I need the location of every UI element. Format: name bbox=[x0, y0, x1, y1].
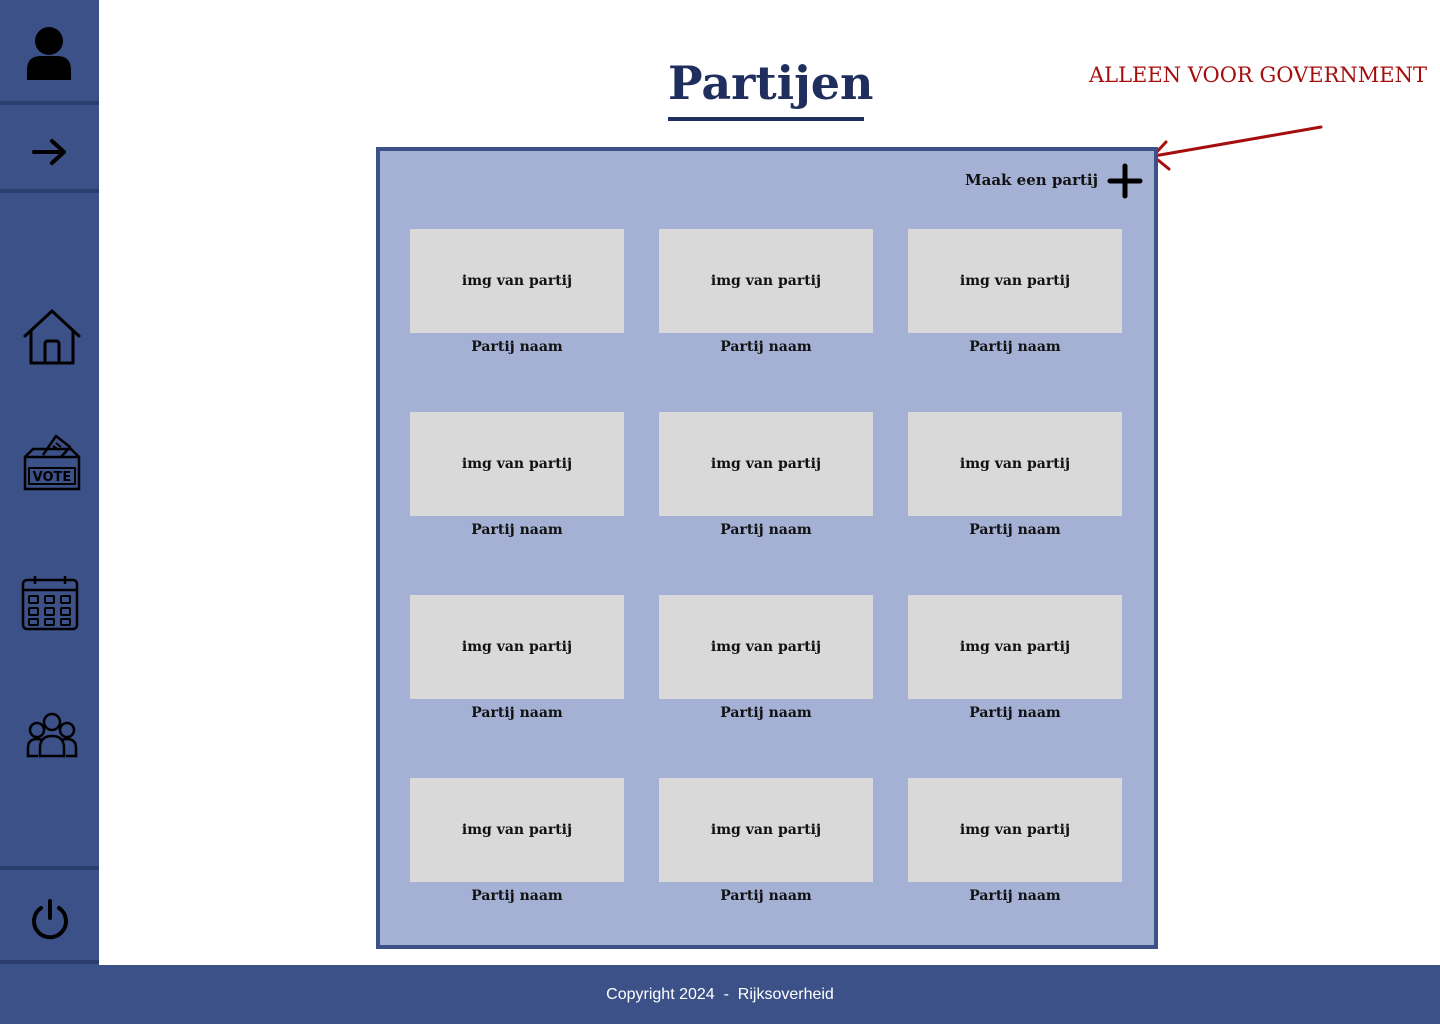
party-image: img van partij bbox=[659, 595, 873, 699]
sidebar-divider bbox=[0, 189, 99, 193]
sidebar-divider bbox=[0, 866, 99, 870]
party-card[interactable]: img van partij Partij naam bbox=[410, 595, 624, 721]
party-image: img van partij bbox=[410, 412, 624, 516]
party-name: Partij naam bbox=[471, 339, 563, 355]
page-title: Partijen bbox=[668, 56, 874, 110]
party-card[interactable]: img van partij Partij naam bbox=[410, 229, 624, 355]
party-image: img van partij bbox=[659, 412, 873, 516]
party-image: img van partij bbox=[908, 412, 1122, 516]
party-card[interactable]: img van partij Partij naam bbox=[659, 595, 873, 721]
footer: Copyright 2024 - Rijksoverheid bbox=[0, 965, 1440, 1024]
party-image: img van partij bbox=[410, 229, 624, 333]
party-name: Partij naam bbox=[471, 522, 563, 538]
party-name: Partij naam bbox=[720, 522, 812, 538]
party-name: Partij naam bbox=[969, 888, 1061, 904]
party-card[interactable]: img van partij Partij naam bbox=[908, 412, 1122, 538]
party-card[interactable]: img van partij Partij naam bbox=[659, 229, 873, 355]
party-card[interactable]: img van partij Partij naam bbox=[908, 229, 1122, 355]
party-name: Partij naam bbox=[471, 888, 563, 904]
plus-icon[interactable] bbox=[1107, 163, 1143, 199]
power-icon[interactable] bbox=[30, 898, 70, 940]
party-name: Partij naam bbox=[720, 339, 812, 355]
party-card[interactable]: img van partij Partij naam bbox=[908, 595, 1122, 721]
group-icon[interactable] bbox=[26, 712, 78, 760]
calendar-icon[interactable] bbox=[21, 575, 79, 631]
party-name: Partij naam bbox=[720, 888, 812, 904]
party-image: img van partij bbox=[908, 229, 1122, 333]
title-underline bbox=[668, 117, 864, 121]
party-name: Partij naam bbox=[969, 522, 1061, 538]
party-card[interactable]: img van partij Partij naam bbox=[908, 778, 1122, 904]
party-name: Partij naam bbox=[969, 339, 1061, 355]
create-party-label[interactable]: Maak een partij bbox=[965, 171, 1098, 189]
user-icon[interactable] bbox=[25, 24, 73, 82]
party-name: Partij naam bbox=[720, 705, 812, 721]
party-card[interactable]: img van partij Partij naam bbox=[659, 778, 873, 904]
party-image: img van partij bbox=[410, 595, 624, 699]
sidebar-divider bbox=[0, 101, 99, 105]
party-image: img van partij bbox=[908, 595, 1122, 699]
party-card[interactable]: img van partij Partij naam bbox=[410, 778, 624, 904]
arrow-right-icon[interactable] bbox=[32, 138, 68, 166]
party-name: Partij naam bbox=[471, 705, 563, 721]
party-image: img van partij bbox=[410, 778, 624, 882]
annotation-arrow-icon bbox=[1151, 125, 1323, 171]
party-image: img van partij bbox=[908, 778, 1122, 882]
party-card[interactable]: img van partij Partij naam bbox=[659, 412, 873, 538]
party-image: img van partij bbox=[659, 778, 873, 882]
annotation-note: ALLEEN VOOR GOVERNMENT bbox=[1089, 63, 1427, 87]
svg-text:VOTE: VOTE bbox=[33, 470, 72, 485]
party-card[interactable]: img van partij Partij naam bbox=[410, 412, 624, 538]
vote-box-icon[interactable]: VOTE bbox=[23, 433, 81, 491]
party-name: Partij naam bbox=[969, 705, 1061, 721]
footer-copyright: Copyright 2024 - Rijksoverheid bbox=[606, 985, 834, 1003]
sidebar: VOTE bbox=[0, 0, 99, 965]
home-icon[interactable] bbox=[22, 308, 82, 366]
parties-panel: Maak een partij img van partij Partij naa… bbox=[376, 147, 1158, 949]
sidebar-divider bbox=[0, 960, 99, 964]
party-image: img van partij bbox=[659, 229, 873, 333]
